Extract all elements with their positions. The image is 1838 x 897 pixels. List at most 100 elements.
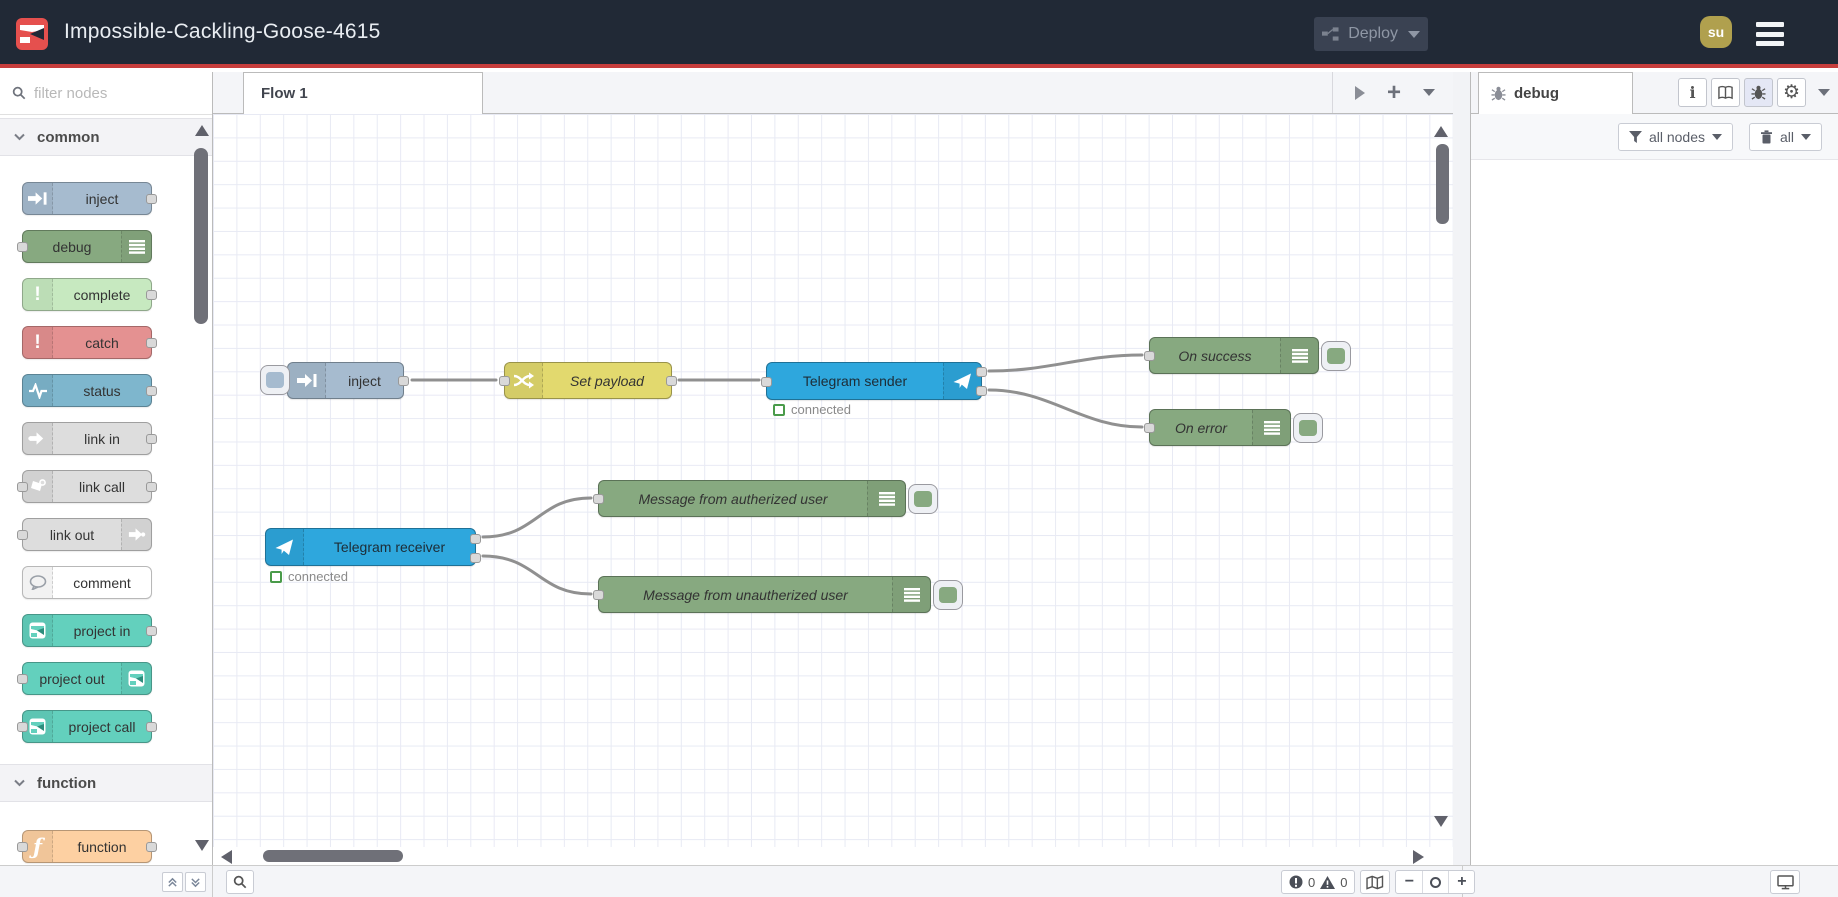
output-port[interactable] (146, 338, 157, 348)
output-port-1[interactable] (470, 534, 481, 544)
input-port[interactable] (17, 842, 28, 852)
config-tab-button[interactable]: ⚙ (1777, 78, 1806, 107)
zoom-reset-button[interactable] (1422, 871, 1448, 893)
hamburger-icon (1756, 22, 1784, 27)
output-port-2[interactable] (470, 553, 481, 563)
output-port-1[interactable] (976, 367, 987, 377)
zoom-out-button[interactable]: − (1396, 871, 1422, 893)
canvas-scroll-down-icon[interactable] (1434, 816, 1448, 827)
palette-expand-button[interactable] (185, 872, 206, 892)
debug-toggle-button[interactable] (1293, 413, 1323, 443)
palette-node-status[interactable]: status (22, 374, 157, 407)
tab-debug[interactable]: debug (1478, 72, 1633, 114)
canvas-search-button[interactable] (226, 870, 254, 894)
palette-node-inject[interactable]: inject (22, 182, 157, 215)
output-port[interactable] (146, 722, 157, 732)
palette-node-project-out[interactable]: project out (17, 662, 152, 695)
error-warning-counts[interactable]: 0 0 (1281, 870, 1356, 894)
palette-node-catch[interactable]: ! catch (22, 326, 157, 359)
inject-run-button[interactable] (260, 365, 290, 395)
navigator-button[interactable] (1360, 870, 1391, 894)
input-port[interactable] (17, 722, 28, 732)
palette-node-link-out[interactable]: link out (17, 518, 152, 551)
scroll-right-icon[interactable] (1413, 850, 1424, 864)
flow-node-telegram-sender[interactable]: Telegram sender (761, 362, 987, 400)
debug-toggle-button[interactable] (933, 580, 963, 610)
input-port[interactable] (499, 376, 510, 386)
zoom-in-button[interactable]: + (1448, 871, 1474, 893)
info-tab-button[interactable]: i (1678, 78, 1707, 107)
flow-list-caret-icon[interactable] (1423, 89, 1435, 96)
debug-popout-button[interactable] (1770, 870, 1800, 894)
flow-node-set-payload[interactable]: Set payload (499, 362, 677, 399)
deploy-caret-icon[interactable] (1408, 30, 1420, 38)
palette-scrollbar[interactable] (194, 148, 208, 324)
output-port[interactable] (666, 376, 677, 386)
flow-node-inject[interactable]: inject (287, 362, 409, 399)
input-port[interactable] (1144, 423, 1155, 433)
debug-toggle-button[interactable] (1321, 341, 1351, 371)
chevron-down-icon (14, 133, 25, 141)
output-port[interactable] (146, 290, 157, 300)
wire[interactable] (987, 353, 1144, 373)
output-port[interactable] (146, 626, 157, 636)
wire[interactable] (987, 388, 1144, 429)
sidebar-tabs-caret-icon[interactable] (1818, 89, 1830, 96)
flow-node-msg-authorized[interactable]: Message from autherized user (593, 480, 906, 517)
output-port-2[interactable] (976, 386, 987, 396)
output-port[interactable] (146, 386, 157, 396)
debug-clear-button[interactable]: all (1748, 122, 1822, 151)
input-port[interactable] (1144, 351, 1155, 361)
help-tab-button[interactable] (1711, 78, 1740, 107)
palette-scroll-up-icon[interactable] (195, 125, 209, 136)
palette-node-project-in[interactable]: project in (22, 614, 157, 647)
input-port[interactable] (17, 242, 28, 252)
sidebar-resize-handle[interactable] (1453, 72, 1471, 865)
palette-category-function[interactable]: function (0, 764, 212, 802)
output-port[interactable] (146, 434, 157, 444)
add-flow-button[interactable]: + (1387, 80, 1401, 104)
palette-collapse-button[interactable] (162, 872, 183, 892)
output-port[interactable] (146, 194, 157, 204)
flow-canvas[interactable]: inject Set payload Telegram sender conne… (213, 114, 1453, 847)
input-port[interactable] (17, 482, 28, 492)
canvas-scroll-up-icon[interactable] (1434, 126, 1448, 137)
debug-tab-button[interactable] (1744, 78, 1773, 107)
output-port[interactable] (146, 842, 157, 852)
palette-node-link-call[interactable]: link call (17, 470, 157, 503)
palette-scroll-down-icon[interactable] (195, 840, 209, 851)
scroll-left-icon[interactable] (221, 850, 232, 864)
flow-node-on-error[interactable]: On error (1144, 409, 1291, 446)
input-port[interactable] (761, 377, 772, 387)
canvas-horizontal-scrollbar[interactable] (263, 850, 403, 862)
debug-filter-button[interactable]: all nodes (1617, 122, 1733, 151)
debug-toggle-button[interactable] (908, 484, 938, 514)
palette-node-function[interactable]: ƒ function (17, 830, 157, 863)
input-port[interactable] (593, 590, 604, 600)
input-port[interactable] (17, 530, 28, 540)
palette-search[interactable] (0, 72, 212, 115)
palette-category-common[interactable]: common (0, 118, 212, 156)
tab-flow-1[interactable]: Flow 1 (243, 72, 483, 114)
input-port[interactable] (17, 674, 28, 684)
flow-node-msg-unauthorized[interactable]: Message from unautherized user (593, 576, 931, 613)
output-port[interactable] (398, 376, 409, 386)
palette-filter-input[interactable] (34, 84, 174, 102)
deploy-button[interactable]: Deploy (1314, 17, 1428, 51)
input-port[interactable] (593, 494, 604, 504)
palette-node-project-call[interactable]: project call (17, 710, 157, 743)
palette-node-comment[interactable]: comment (22, 566, 152, 599)
wire[interactable] (481, 496, 593, 539)
palette-node-debug[interactable]: debug (17, 230, 152, 263)
palette-node-link-in[interactable]: link in (22, 422, 157, 455)
output-port[interactable] (146, 482, 157, 492)
wire[interactable] (481, 554, 593, 596)
canvas-vertical-scrollbar[interactable] (1436, 144, 1449, 224)
palette-node-complete[interactable]: ! complete (22, 278, 157, 311)
next-tab-icon[interactable] (1354, 85, 1365, 100)
debug-message-list[interactable] (1471, 160, 1838, 865)
flow-node-on-success[interactable]: On success (1144, 337, 1319, 374)
user-avatar[interactable]: su (1700, 16, 1732, 48)
flow-node-telegram-receiver[interactable]: Telegram receiver (265, 528, 481, 566)
main-menu-button[interactable] (1756, 22, 1784, 46)
